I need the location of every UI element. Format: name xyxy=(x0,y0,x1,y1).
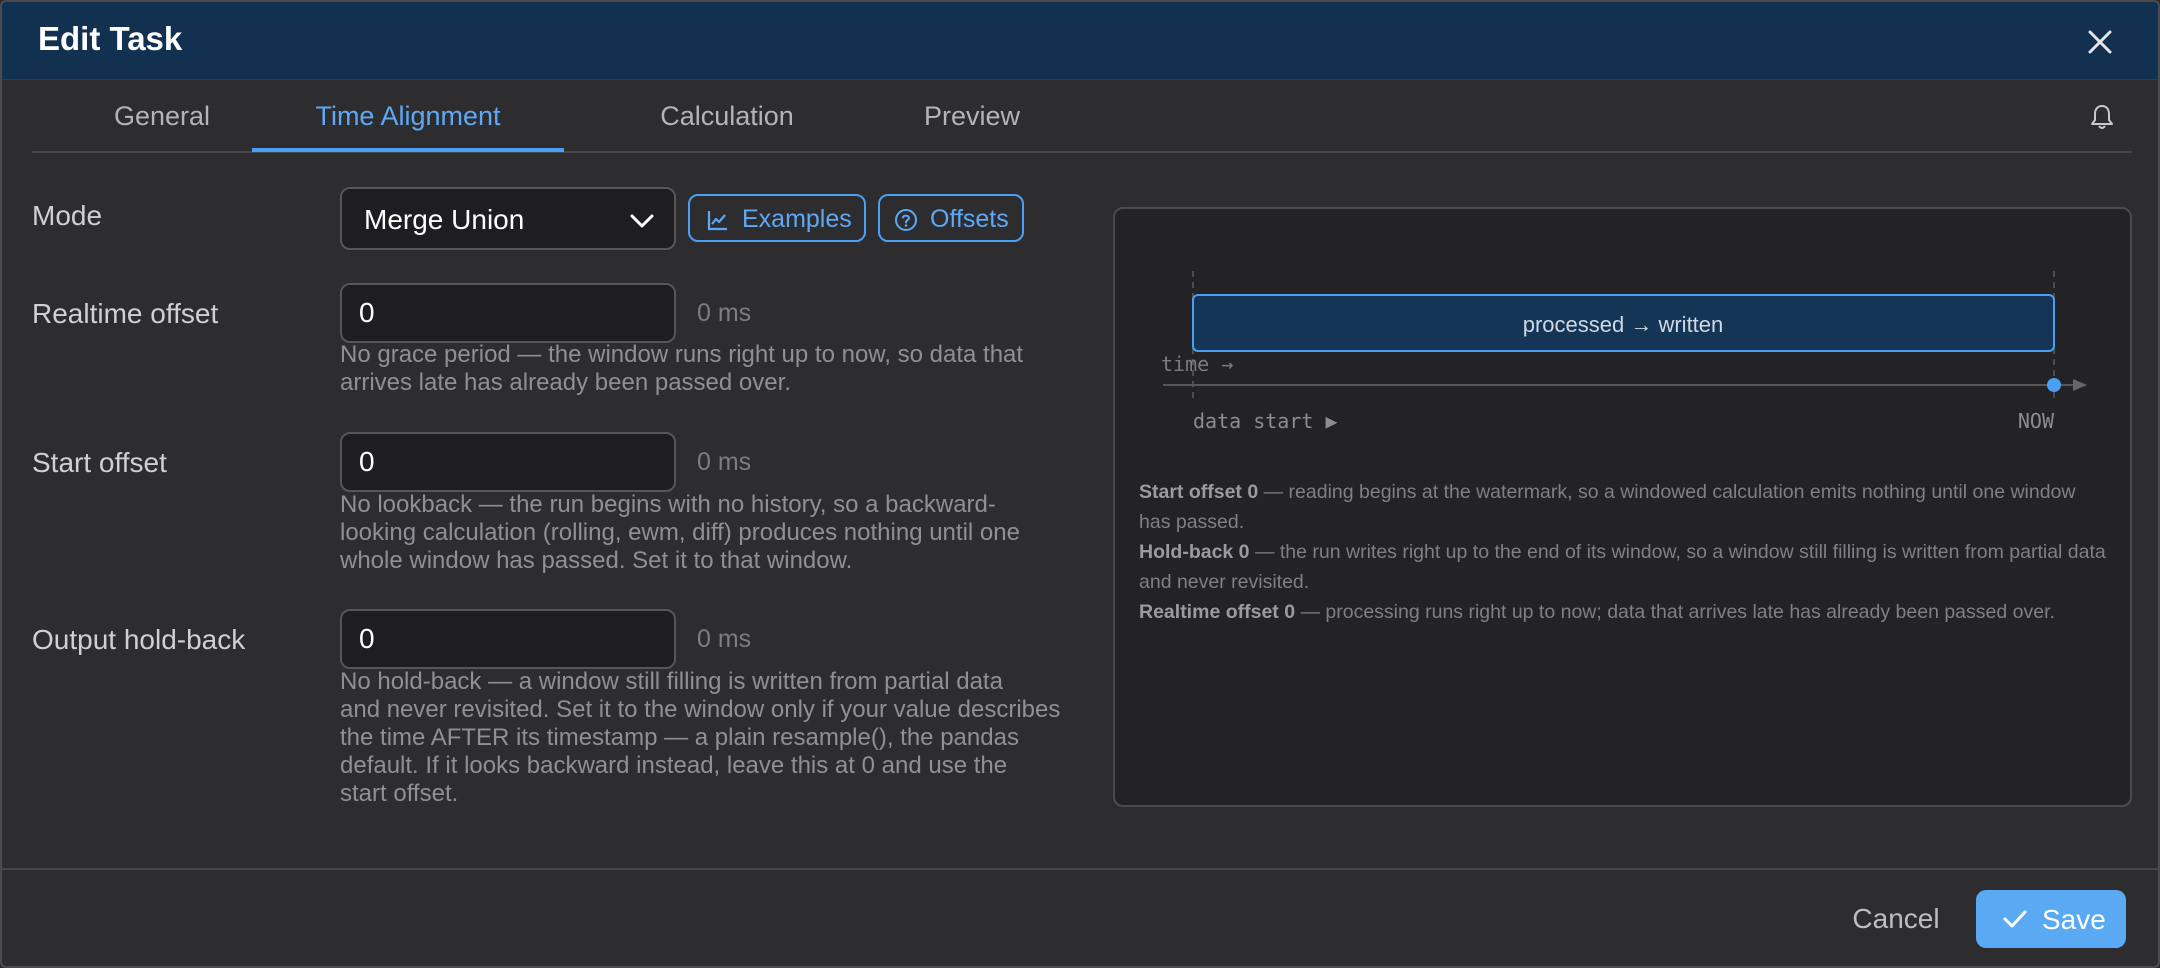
help-line: looking calculation (rolling, ewm, diff)… xyxy=(340,519,1020,546)
help-line: No hold-back — a window still filling is… xyxy=(340,668,1003,695)
notifications-button[interactable] xyxy=(2087,102,2117,132)
help-line: No lookback — the run begins with no his… xyxy=(340,491,996,518)
examples-button-label: Examples xyxy=(742,205,852,233)
processed-window-label: processed → written xyxy=(1523,312,1724,337)
note-line: Hold-back 0 — the run writes right up to… xyxy=(1139,537,2109,567)
help-line: and never revisited. Set it to the windo… xyxy=(340,696,1061,723)
bell-icon xyxy=(2091,105,2113,129)
mode-label: Mode xyxy=(32,200,103,231)
data-start-label: data start ▶ xyxy=(1193,409,1338,433)
help-line: the time AFTER its timestamp — a plain r… xyxy=(340,724,1019,751)
note-line: and never revisited. xyxy=(1139,571,1310,593)
offsets-button-label: Offsets xyxy=(930,205,1009,233)
edit-task-dialog: Edit Task General Time Alignment Calcula… xyxy=(0,0,2160,968)
tab-calculation[interactable]: Calculation xyxy=(592,82,862,153)
mode-select[interactable]: Merge Union xyxy=(340,187,676,250)
tab-general[interactable]: General xyxy=(72,82,252,153)
help-line: whole window has passed. Set it to that … xyxy=(340,547,853,574)
note-text: — the run writes right up to the end of … xyxy=(1249,541,2106,563)
start-offset-label: Start offset xyxy=(32,447,167,478)
tab-preview[interactable]: Preview xyxy=(872,82,1072,153)
note-key: Realtime offset 0 xyxy=(1139,601,1296,623)
help-line: No grace period — the window runs right … xyxy=(340,341,1024,368)
tab-bar: General Time Alignment Calculation Previ… xyxy=(32,82,2132,153)
note-line: has passed. xyxy=(1139,511,1245,533)
cancel-button[interactable]: Cancel xyxy=(1831,886,1961,952)
output-hold-back-help: No hold-back — a window still filling is… xyxy=(340,668,1070,808)
note-line: Start offset 0 — reading begins at the w… xyxy=(1139,477,2109,507)
note-text: — reading begins at the watermark, so a … xyxy=(1258,481,2076,503)
time-axis-label: time → xyxy=(1161,352,1233,376)
help-circle-icon xyxy=(895,209,917,231)
tab-time-alignment[interactable]: Time Alignment xyxy=(252,82,564,153)
now-dot xyxy=(2047,378,2061,392)
examples-button[interactable]: Examples xyxy=(688,194,866,242)
footer-divider xyxy=(2,868,2158,870)
timeline-diagram: processed → written time → data start ▶ … xyxy=(1161,271,2087,433)
realtime-offset-input[interactable]: 0 xyxy=(340,283,676,343)
output-hold-back-unit: 0 ms xyxy=(697,625,752,653)
start-offset-unit: 0 ms xyxy=(697,448,752,476)
offsets-button[interactable]: Offsets xyxy=(878,194,1024,242)
help-line: default. If it looks backward instead, l… xyxy=(340,752,1008,779)
start-offset-help: No lookback — the run begins with no his… xyxy=(340,491,1070,575)
chart-icon xyxy=(707,211,727,231)
realtime-offset-unit: 0 ms xyxy=(697,299,752,327)
timeline-panel: processed → written time → data start ▶ … xyxy=(1113,207,2132,807)
now-label: NOW xyxy=(2018,409,2055,433)
chevron-down-icon xyxy=(630,214,654,228)
help-line: arrives late has already been passed ove… xyxy=(340,369,791,396)
save-button-label: Save xyxy=(2042,904,2106,935)
note-key: Start offset 0 xyxy=(1139,481,1259,503)
time-axis-arrow xyxy=(2073,379,2087,391)
dialog-titlebar: Edit Task xyxy=(2,2,2158,80)
start-offset-input[interactable]: 0 xyxy=(340,432,676,492)
mode-select-value: Merge Union xyxy=(364,204,525,235)
dialog-title: Edit Task xyxy=(38,20,183,57)
output-hold-back-label: Output hold-back xyxy=(32,624,246,655)
active-tab-indicator xyxy=(252,148,564,152)
note-key: Hold-back 0 xyxy=(1139,541,1250,563)
note-line: Realtime offset 0 — processing runs righ… xyxy=(1139,597,2109,627)
check-icon xyxy=(2003,910,2027,928)
realtime-offset-label: Realtime offset xyxy=(32,298,219,329)
realtime-offset-help: No grace period — the window runs right … xyxy=(340,341,1070,397)
close-button[interactable] xyxy=(2080,22,2120,62)
close-icon xyxy=(2088,30,2112,54)
note-text: — processing runs right up to now; data … xyxy=(1295,601,2055,623)
explanation-notes: Start offset 0 — reading begins at the w… xyxy=(1139,477,2109,627)
save-button[interactable]: Save xyxy=(1976,890,2126,948)
help-line: start offset. xyxy=(340,780,459,807)
output-hold-back-input[interactable]: 0 xyxy=(340,609,676,669)
